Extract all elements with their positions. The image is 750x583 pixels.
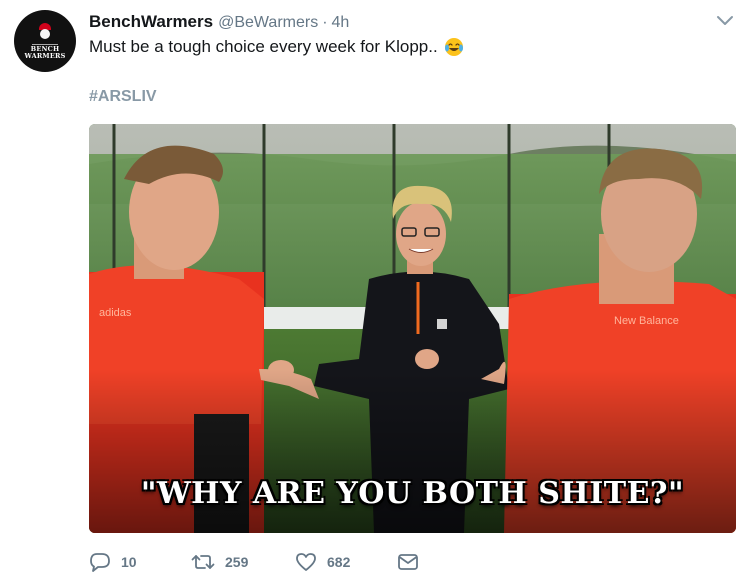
chevron-down-icon[interactable] xyxy=(716,14,734,28)
meme-caption: "WHY ARE YOU BOTH SHITE?" xyxy=(140,476,685,511)
retweet-button[interactable]: 259 xyxy=(191,552,295,572)
face-with-tears-of-joy-icon xyxy=(444,37,464,57)
separator-dot: · xyxy=(322,14,328,31)
timestamp[interactable]: 4h xyxy=(332,14,350,32)
avatar[interactable]: BENCH WARMERS xyxy=(14,10,76,72)
tweet-text: Must be a tough choice every week for Kl… xyxy=(89,37,438,56)
reply-button[interactable]: 10 xyxy=(89,552,191,572)
direct-message-button[interactable] xyxy=(397,553,419,571)
tweet-card[interactable]: BENCH WARMERS BenchWarmers @BeWarmers · 4… xyxy=(0,0,750,583)
hashtag-link[interactable]: #ARSLIV xyxy=(89,88,157,106)
retweet-icon xyxy=(191,552,215,572)
avatar-logo-text: BENCH WARMERS xyxy=(24,44,66,60)
tweet-header: BenchWarmers @BeWarmers · 4h xyxy=(89,12,349,32)
meme-photo: adidas xyxy=(89,124,736,533)
reply-count: 10 xyxy=(121,554,137,570)
tweet-actions: 10 259 682 xyxy=(89,549,419,575)
heart-icon xyxy=(295,552,317,572)
tweet-media-image[interactable]: adidas xyxy=(89,124,736,533)
reply-icon xyxy=(89,552,111,572)
display-name[interactable]: BenchWarmers xyxy=(89,12,213,32)
envelope-icon xyxy=(397,553,419,571)
santa-mascot-icon xyxy=(34,22,56,41)
tweet-text-row: Must be a tough choice every week for Kl… xyxy=(89,37,464,57)
user-handle[interactable]: @BeWarmers xyxy=(218,14,318,32)
like-count: 682 xyxy=(327,554,351,570)
retweet-count: 259 xyxy=(225,554,249,570)
like-button[interactable]: 682 xyxy=(295,552,397,572)
